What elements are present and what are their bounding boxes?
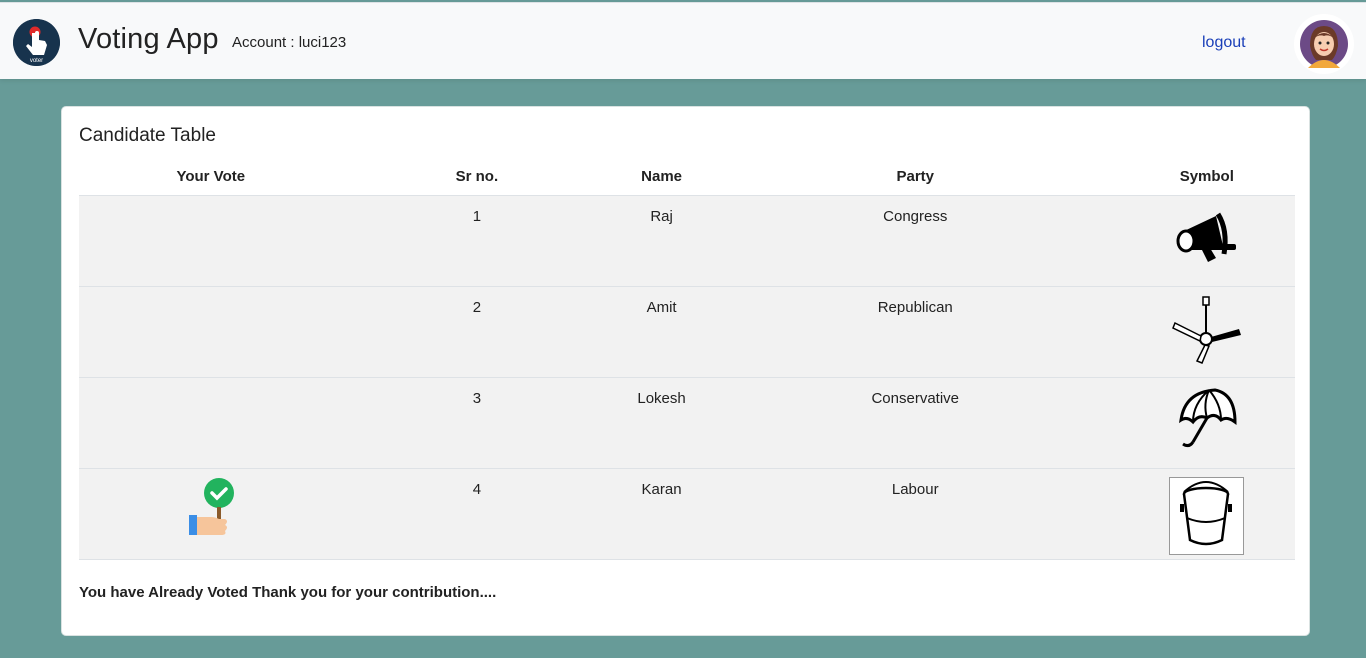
ceiling-fan-icon xyxy=(1171,295,1243,369)
column-header-name: Name xyxy=(611,158,712,196)
table-row: 1 Raj Congress xyxy=(79,195,1295,287)
app-logo: voter xyxy=(13,19,60,66)
column-header-symbol: Symbol xyxy=(1118,158,1295,196)
table-row: 4 Karan Labour xyxy=(79,468,1295,560)
column-header-your-vote: Your Vote xyxy=(79,158,343,196)
user-avatar[interactable] xyxy=(1294,14,1354,74)
top-navbar: voter Voting App Account : luci123 logou… xyxy=(0,2,1366,79)
column-header-party: Party xyxy=(711,158,1119,196)
table-row: 3 Lokesh Conservative xyxy=(79,377,1295,469)
symbol-cell xyxy=(1118,377,1295,469)
umbrella-icon xyxy=(1175,386,1239,456)
bucket-icon xyxy=(1169,477,1245,555)
sr-no-cell: 3 xyxy=(342,377,612,469)
sr-no-cell: 1 xyxy=(342,195,612,287)
sr-no-cell: 4 xyxy=(342,468,612,560)
name-cell: Raj xyxy=(611,195,712,287)
card-title: Candidate Table xyxy=(79,125,216,146)
sr-no-cell: 2 xyxy=(342,286,612,378)
account-label: Account : luci123 xyxy=(232,34,347,51)
table-header-row: Your Vote Sr no. Name Party Symbol xyxy=(79,158,1295,196)
column-header-sr-no: Sr no. xyxy=(342,158,612,196)
symbol-cell xyxy=(1118,286,1295,378)
party-cell: Congress xyxy=(711,195,1119,287)
party-cell: Republican xyxy=(711,286,1119,378)
vote-cell xyxy=(79,286,343,378)
table-row: 2 Amit Republican xyxy=(79,286,1295,378)
candidate-card: Candidate Table Your Vote Sr no. Name Pa… xyxy=(61,106,1310,636)
party-cell: Labour xyxy=(711,468,1119,560)
voted-check-icon xyxy=(185,477,237,543)
vote-cell xyxy=(79,468,343,560)
logo-text: voter xyxy=(30,58,43,64)
megaphone-icon xyxy=(1172,204,1242,278)
name-cell: Karan xyxy=(611,468,712,560)
already-voted-message: You have Already Voted Thank you for you… xyxy=(79,584,497,601)
name-cell: Amit xyxy=(611,286,712,378)
app-title: Voting App xyxy=(78,23,219,55)
symbol-cell xyxy=(1118,468,1295,560)
party-cell: Conservative xyxy=(711,377,1119,469)
vote-cell xyxy=(79,195,343,287)
logout-link[interactable]: logout xyxy=(1202,34,1246,52)
vote-cell xyxy=(79,377,343,469)
candidate-table: Your Vote Sr no. Name Party Symbol 1 Raj… xyxy=(79,158,1295,560)
name-cell: Lokesh xyxy=(611,377,712,469)
symbol-cell xyxy=(1118,195,1295,287)
